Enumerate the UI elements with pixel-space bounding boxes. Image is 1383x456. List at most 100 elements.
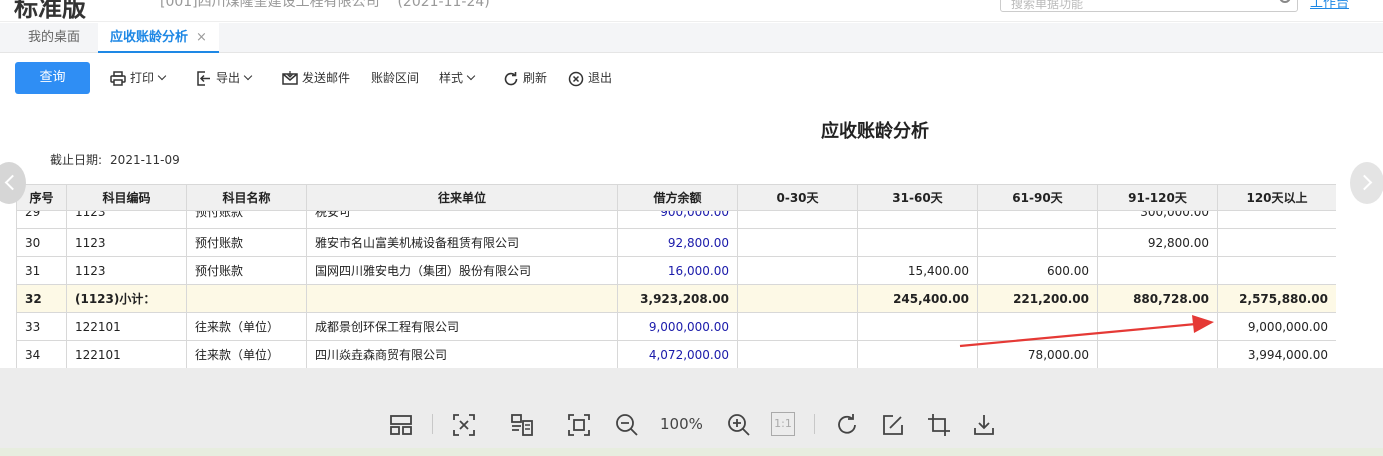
- refresh-label: 刷新: [523, 71, 548, 85]
- table-cell: 成都景创环保工程有限公司: [306, 312, 618, 341]
- style-label: 样式: [439, 71, 464, 85]
- column-header[interactable]: 31-60天: [857, 184, 978, 211]
- send-mail-label: 发送邮件: [302, 71, 351, 85]
- fit-page-icon[interactable]: [566, 412, 592, 438]
- report-title: 应收账龄分析: [821, 121, 929, 142]
- table-cell: [977, 210, 1098, 229]
- edit-icon[interactable]: [880, 412, 906, 438]
- image-viewer-toolbar: [0, 368, 1383, 456]
- table-cell: 600.00: [977, 256, 1098, 285]
- zoom-level: 100%: [660, 415, 703, 433]
- table-row[interactable]: 33 122101 往来款（单位） 成都景创环保工程有限公司 9,000,000…: [16, 312, 1336, 341]
- subtotal-row[interactable]: 32 (1123)小计： 3,923,208.00 245,400.00 221…: [16, 284, 1336, 313]
- column-header[interactable]: 120天以上: [1217, 184, 1336, 211]
- refresh-button[interactable]: 刷新: [503, 68, 547, 88]
- table-row[interactable]: 30 1123 预付账款 雅安市名山富美机械设备租赁有限公司 92,800.00…: [16, 228, 1336, 257]
- table-cell: 92,800.00: [617, 228, 738, 257]
- table-cell: 预付账款: [186, 256, 307, 285]
- table-cell: 3,994,000.00: [1217, 340, 1336, 369]
- actual-size-icon[interactable]: 1:1: [771, 412, 795, 436]
- export-button[interactable]: 导出: [196, 68, 253, 88]
- top-header: 标准版 [001]四川煤隆奎建设工程有限公司 (2021-11-24) 搜索单据…: [0, 0, 1383, 22]
- table-cell: 雅安市名山富美机械设备租赁有限公司: [306, 228, 618, 257]
- table-cell: 900,000.00: [617, 210, 738, 229]
- as-of-date: 截止日期: 2021-11-09: [50, 151, 188, 168]
- query-button[interactable]: 查询: [15, 62, 90, 94]
- table-cell: 221,200.00: [977, 284, 1098, 313]
- table-cell: [737, 340, 858, 369]
- table-cell: (1123)小计：: [66, 284, 187, 313]
- table-cell: 预付账款: [186, 228, 307, 257]
- company-date: (2021-11-24): [397, 0, 490, 10]
- tab-ar-aging[interactable]: 应收账龄分析 ×: [98, 23, 219, 53]
- aging-table-container[interactable]: 序号 科目编码 科目名称 往来单位 借方余额 0-30天 31-60天 61-9…: [16, 184, 1336, 369]
- column-header[interactable]: 91-120天: [1097, 184, 1218, 211]
- table-cell: 3,923,208.00: [617, 284, 738, 313]
- column-header[interactable]: 0-30天: [737, 184, 858, 211]
- mail-icon: [282, 71, 298, 85]
- table-cell: [977, 228, 1098, 257]
- table-cell: 33: [16, 312, 67, 341]
- send-mail-button[interactable]: 发送邮件: [282, 68, 350, 88]
- column-header[interactable]: 61-90天: [977, 184, 1098, 211]
- aging-range-button[interactable]: 账龄区间: [371, 68, 419, 88]
- company-label: [001]四川煤隆奎建设工程有限公司: [160, 0, 380, 10]
- table-cell: [1097, 340, 1218, 369]
- workbench-link[interactable]: 工作台: [1310, 0, 1349, 11]
- table-cell: [1217, 256, 1336, 285]
- column-header[interactable]: 借方余额: [617, 184, 738, 211]
- table-cell: [857, 228, 978, 257]
- table-row[interactable]: 34 122101 往来款（单位） 四川焱垚森商贸有限公司 4,072,000.…: [16, 340, 1336, 369]
- printer-icon: [110, 71, 126, 86]
- zoom-in-icon[interactable]: [726, 412, 752, 438]
- table-cell: [737, 210, 858, 229]
- download-icon[interactable]: [971, 412, 997, 438]
- search-placeholder: 搜索单据功能: [1011, 0, 1084, 11]
- table-cell: [857, 312, 978, 341]
- thumbnails-icon[interactable]: [388, 412, 414, 438]
- rotate-icon[interactable]: [834, 412, 860, 438]
- table-cell: 预付账款: [186, 210, 307, 229]
- column-header[interactable]: 科目编码: [66, 184, 187, 211]
- table-cell: 92,800.00: [1097, 228, 1218, 257]
- tab-label: 我的桌面: [28, 30, 81, 45]
- column-header[interactable]: 科目名称: [186, 184, 307, 211]
- table-cell: [1097, 256, 1218, 285]
- ocr-icon[interactable]: [509, 412, 535, 438]
- style-button[interactable]: 样式: [439, 68, 476, 88]
- table-cell: 四川焱垚森商贸有限公司: [306, 340, 618, 369]
- table-cell: 往来款（单位）: [186, 340, 307, 369]
- export-icon: [197, 71, 210, 86]
- table-cell: [737, 284, 858, 313]
- tab-label: 应收账龄分析: [110, 30, 189, 45]
- chevron-left-icon: [4, 174, 21, 191]
- table-cell: [1217, 228, 1336, 257]
- table-row[interactable]: 29 1123 预付账款 税安可 900,000.00 300,000.00: [16, 210, 1336, 229]
- table-row[interactable]: 31 1123 预付账款 国网四川雅安电力（集团）股份有限公司 16,000.0…: [16, 256, 1336, 285]
- table-cell: [857, 340, 978, 369]
- close-icon[interactable]: ×: [196, 30, 207, 45]
- table-cell: 1123: [66, 256, 187, 285]
- table-cell: 税安可: [306, 210, 618, 229]
- table-cell: 国网四川雅安电力（集团）股份有限公司: [306, 256, 618, 285]
- search-input[interactable]: 搜索单据功能: [1000, 0, 1298, 12]
- tab-my-desktop[interactable]: 我的桌面: [16, 23, 92, 53]
- exit-button[interactable]: 退出: [568, 68, 612, 88]
- crop-icon[interactable]: [926, 412, 952, 438]
- print-button[interactable]: 打印: [110, 68, 167, 88]
- search-icon[interactable]: [1279, 0, 1291, 3]
- column-header[interactable]: 往来单位: [306, 184, 618, 211]
- table-cell: 9,000,000.00: [1217, 312, 1336, 341]
- close-circle-icon: [568, 71, 584, 86]
- fit-width-icon[interactable]: [451, 412, 477, 438]
- table-cell: 9,000,000.00: [617, 312, 738, 341]
- next-button[interactable]: [1350, 162, 1383, 204]
- table-cell: 78,000.00: [977, 340, 1098, 369]
- table-cell: 300,000.00: [1097, 210, 1218, 229]
- taskbar-strip: [0, 448, 1383, 456]
- chevron-down-icon: [243, 71, 253, 81]
- table-cell: 880,728.00: [1097, 284, 1218, 313]
- table-cell: 31: [16, 256, 67, 285]
- zoom-out-icon[interactable]: [614, 412, 640, 438]
- table-cell: [737, 256, 858, 285]
